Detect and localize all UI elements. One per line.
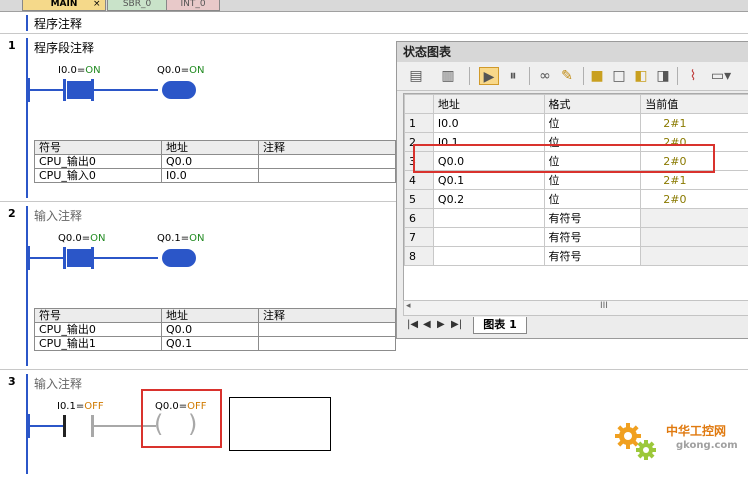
symbol-table-1: 符号 地址 注释 CPU_输出0 Q0.0 CPU_输入0 I0.0	[34, 140, 396, 183]
separator	[0, 33, 748, 34]
tab-int0-label: INT_0	[180, 0, 206, 9]
horizontal-scrollbar[interactable]: ◂ III	[403, 300, 748, 316]
contact-label: I0.1=OFF	[57, 401, 104, 412]
wire	[28, 257, 64, 259]
status-chart-grid: 地址 格式 当前值 1 I0.0 位 2#1 2 I0.1 位 2#0 3 Q0…	[403, 93, 748, 307]
table-row[interactable]: 6 有符号	[404, 208, 748, 228]
table-row[interactable]: CPU_输出1 Q0.1	[34, 336, 396, 351]
coil-label: Q0.1=ON	[157, 233, 205, 244]
coil-q0-0[interactable]	[162, 81, 196, 99]
col-comment: 注释	[258, 140, 396, 155]
add-row-icon[interactable]: ▤	[405, 67, 427, 85]
watermark-brand: 中华工控网	[666, 424, 727, 438]
sheet-tab-bar: |◀ ◀ ▶ ▶| 图表 1	[403, 317, 748, 335]
corner-cell	[404, 94, 434, 114]
glasses-icon[interactable]: ∞	[535, 67, 555, 85]
scroll-left-icon[interactable]: ◂	[406, 301, 411, 311]
pencil-icon[interactable]: ✎	[557, 67, 577, 85]
tab-chart-1[interactable]: 图表 1	[473, 317, 527, 334]
col-address: 地址	[161, 140, 259, 155]
status-chart-toolbar: ▤ ▥ ▶ ⏸ ∞ ✎ ■ □ ◧ ◨ ⌇ ▭▾	[397, 62, 748, 91]
contact-i0-0[interactable]	[67, 81, 93, 99]
symbol-table-2: 符号 地址 注释 CPU_输出0 Q0.0 CPU_输出1 Q0.1	[34, 308, 396, 351]
network-3-number: 3	[8, 375, 16, 388]
tab-sbr0-label: SBR_0	[122, 0, 152, 9]
watermark-url: gkong.com	[676, 440, 738, 451]
col-format: 格式	[543, 94, 642, 114]
gear-icon	[615, 423, 656, 460]
contact-q0-0[interactable]	[67, 249, 93, 267]
network-2-number: 2	[8, 207, 16, 220]
watermark-logo: 中华工控网 gkong.com	[612, 412, 742, 468]
scroll-thumb-grip[interactable]: III	[600, 301, 608, 311]
network-1-bar[interactable]	[26, 38, 28, 198]
col-comment: 注释	[258, 308, 396, 323]
contact-label: Q0.0=ON	[58, 233, 106, 244]
wire	[28, 425, 64, 427]
network-1-comment[interactable]: 程序段注释	[34, 39, 94, 56]
trend-chart-icon[interactable]: ⌇	[683, 67, 703, 85]
status-table: 地址 格式 当前值 1 I0.0 位 2#1 2 I0.1 位 2#0 3 Q0…	[404, 94, 748, 266]
wire	[28, 89, 64, 91]
force-icon[interactable]: ◧	[631, 67, 651, 85]
table-row[interactable]: 8 有符号	[404, 246, 748, 266]
col-address: 地址	[432, 94, 545, 114]
highlight-box	[413, 144, 715, 173]
toolbar-separator	[677, 67, 678, 85]
contact-label: I0.0=ON	[58, 65, 101, 76]
network-3-comment[interactable]: 输入注释	[34, 375, 82, 392]
contact-left-bar	[63, 247, 66, 269]
wire	[94, 89, 158, 91]
col-symbol: 符号	[34, 308, 162, 323]
wire	[94, 257, 158, 259]
coil-label: Q0.0=ON	[157, 65, 205, 76]
table-row[interactable]: CPU_输入0 I0.0	[34, 168, 396, 183]
toolbar-separator	[529, 67, 530, 85]
contact-left-bar	[63, 415, 66, 437]
col-address: 地址	[161, 308, 259, 323]
last-sheet-icon[interactable]: ▶|	[451, 319, 462, 330]
separator	[0, 369, 748, 370]
tab-sbr0[interactable]: SBR_0	[107, 0, 167, 11]
table-row[interactable]: CPU_输出0 Q0.0	[34, 154, 396, 169]
pause-monitor-icon[interactable]: ⏸	[503, 67, 523, 85]
highlight-box	[141, 389, 222, 448]
delete-row-icon[interactable]: ▥	[437, 67, 459, 85]
start-monitor-icon[interactable]: ▶	[479, 67, 499, 85]
toolbar-separator	[469, 67, 470, 85]
lock-icon[interactable]: ■	[587, 67, 607, 85]
network-2-comment[interactable]: 输入注释	[34, 207, 82, 224]
contact-left-bar	[63, 79, 66, 101]
table-row[interactable]: 7 有符号	[404, 227, 748, 247]
table-row[interactable]: 1 I0.0 位 2#1	[404, 113, 748, 133]
table-row[interactable]: 5 Q0.2 位 2#0	[404, 189, 748, 209]
table-row[interactable]: CPU_输出0 Q0.0	[34, 322, 396, 337]
prev-sheet-icon[interactable]: ◀	[423, 319, 431, 330]
tab-int0[interactable]: INT_0	[166, 0, 220, 11]
empty-box[interactable]	[229, 397, 331, 451]
program-comment-bar	[26, 15, 28, 31]
read-forced-icon[interactable]: ◨	[653, 67, 673, 85]
network-1-number: 1	[8, 39, 16, 52]
display-options-icon[interactable]: ▭▾	[707, 67, 735, 85]
toolbar-separator	[583, 67, 584, 85]
table-row[interactable]: 4 Q0.1 位 2#1	[404, 170, 748, 190]
tab-main[interactable]: MAIN ×	[22, 0, 106, 11]
status-chart-title: 状态图表	[397, 42, 748, 62]
next-sheet-icon[interactable]: ▶	[437, 319, 445, 330]
program-comment[interactable]: 程序注释	[34, 15, 82, 32]
status-chart-window: 状态图表 ▤ ▥ ▶ ⏸ ∞ ✎ ■ □ ◧ ◨ ⌇ ▭▾ 地址 格式 当前值 …	[396, 41, 748, 339]
tab-main-label: MAIN	[50, 0, 78, 9]
col-symbol: 符号	[34, 140, 162, 155]
unlock-icon[interactable]: □	[609, 67, 629, 85]
editor-tab-strip: MAIN × SBR_0 INT_0	[0, 0, 748, 12]
close-icon[interactable]: ×	[93, 0, 101, 9]
network-2-bar[interactable]	[26, 206, 28, 366]
coil-q0-1[interactable]	[162, 249, 196, 267]
first-sheet-icon[interactable]: |◀	[407, 319, 418, 330]
col-current-value: 当前值	[640, 94, 748, 114]
